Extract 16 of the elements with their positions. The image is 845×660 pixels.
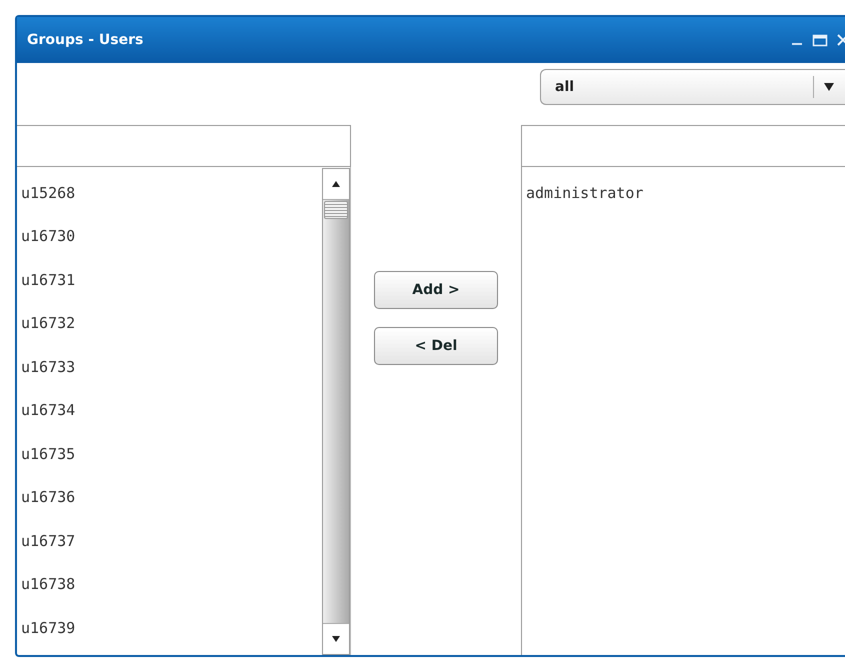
list-item[interactable]: u16732 (17, 302, 322, 345)
list-item[interactable]: u15268 (17, 171, 322, 214)
list-item[interactable]: u16730 (17, 214, 322, 258)
list-item[interactable]: u16736 (17, 476, 322, 519)
list-item[interactable]: u16737 (17, 519, 322, 562)
list-item[interactable]: u16739 (17, 606, 322, 650)
add-button[interactable]: Add > (374, 271, 498, 309)
list-item[interactable]: u16735 (17, 432, 322, 476)
window-title: Groups - Users (27, 32, 144, 48)
list-item[interactable]: administrator (522, 171, 845, 214)
list-item[interactable]: u16734 (17, 388, 322, 432)
list-item[interactable]: u16733 (17, 345, 322, 388)
filter-dropdown[interactable]: all (540, 69, 845, 105)
delete-button[interactable]: < Del (374, 327, 498, 365)
list-item[interactable]: u16738 (17, 562, 322, 606)
list-item[interactable]: u16731 (17, 258, 322, 302)
